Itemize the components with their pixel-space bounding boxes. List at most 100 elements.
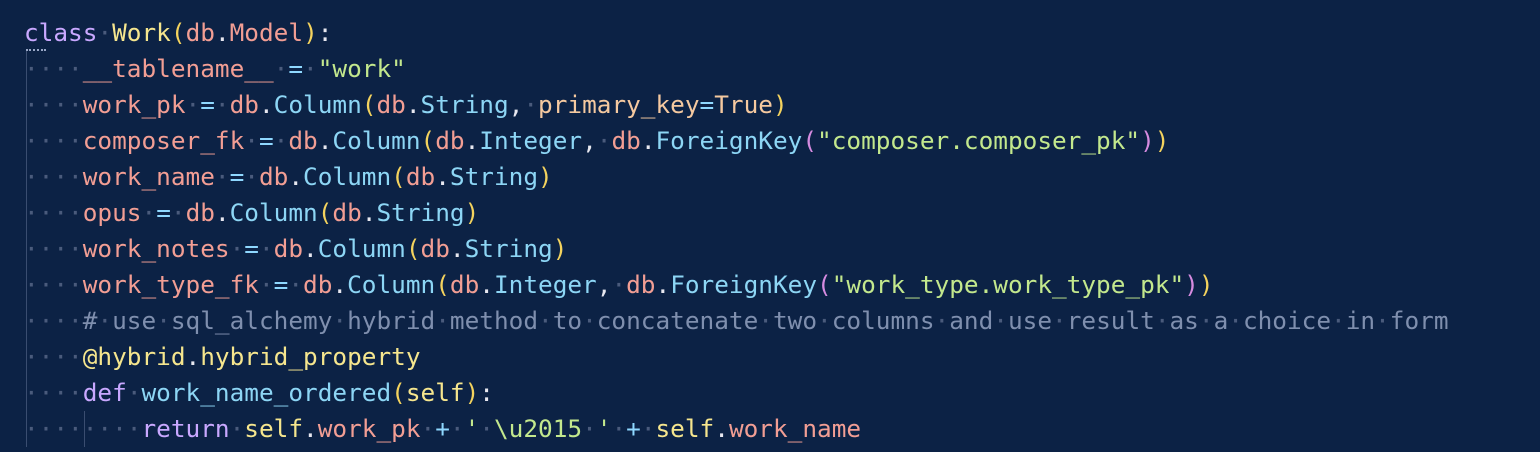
- whitespace-dot: ·: [420, 414, 436, 443]
- code-token: :: [317, 18, 333, 47]
- code-token: ,: [508, 90, 524, 119]
- code-token: composer_fk: [82, 126, 245, 155]
- whitespace-dot: ·: [258, 234, 274, 263]
- code-token: self: [655, 414, 715, 443]
- whitespace-dot: ·: [214, 90, 230, 119]
- code-token: db: [611, 126, 641, 155]
- code-token: .: [655, 270, 671, 299]
- indent-whitespace: ····: [24, 162, 83, 191]
- code-line[interactable]: ····@hybrid.hybrid_property: [24, 339, 1449, 375]
- code-token: ): [464, 198, 480, 227]
- code-token: .: [288, 162, 304, 191]
- code-token: work_name: [82, 162, 215, 191]
- code-token: db: [420, 234, 450, 263]
- code-line[interactable]: ····#·use·sql_alchemy·hybrid·method·to·c…: [24, 303, 1449, 339]
- code-token: work_pk: [317, 414, 421, 443]
- code-token: db: [376, 90, 406, 119]
- whitespace-dot: ·: [611, 414, 627, 443]
- code-token: String: [464, 234, 553, 263]
- code-token: ): [1154, 126, 1170, 155]
- code-line[interactable]: ········return·self.work_pk·+·'·\u2015·'…: [24, 411, 1449, 447]
- code-line[interactable]: ····work_name·=·db.Column(db.String): [24, 159, 1449, 195]
- code-token: =: [200, 90, 215, 119]
- code-line[interactable]: class·Work(db.Model):: [24, 15, 1449, 51]
- code-line[interactable]: ····work_notes·=·db.Column(db.String): [24, 231, 1449, 267]
- whitespace-dot: ·: [934, 306, 950, 335]
- whitespace-dot: ·: [1228, 306, 1243, 335]
- code-token: ': [596, 414, 612, 443]
- code-token: concatenate: [596, 306, 759, 335]
- whitespace-dot: ·: [214, 162, 230, 191]
- code-token: .: [332, 270, 348, 299]
- code-token: columns: [831, 306, 935, 335]
- code-token: String: [420, 90, 509, 119]
- whitespace-dot: ·: [273, 126, 289, 155]
- code-token: String: [449, 162, 539, 191]
- whitespace-dot: ·: [449, 414, 465, 443]
- code-token: Work: [112, 18, 171, 47]
- code-token: db: [405, 162, 436, 191]
- code-line[interactable]: ····work_type_fk·=·db.Column(db.Integer,…: [24, 267, 1449, 303]
- code-token: =: [229, 162, 245, 191]
- code-token: choice: [1242, 306, 1332, 335]
- whitespace-dot: ·: [244, 162, 259, 191]
- code-token: db: [303, 270, 333, 299]
- code-token: "work_type.work_type_pk": [831, 270, 1185, 299]
- code-token: (: [420, 126, 436, 155]
- code-token: (: [317, 198, 333, 227]
- code-token: .: [640, 126, 656, 155]
- whitespace-dot: ·: [126, 378, 142, 407]
- whitespace-dot: ·: [1331, 306, 1346, 335]
- code-line[interactable]: ····work_pk·=·db.Column(db.String,·prima…: [24, 87, 1449, 123]
- code-token: work_name: [728, 414, 862, 443]
- code-lines[interactable]: class·Work(db.Model): ····__tablename__·=…: [24, 15, 1449, 447]
- code-token: ForeignKey: [670, 270, 818, 299]
- code-token: opus: [82, 198, 142, 227]
- code-token: db: [229, 90, 259, 119]
- code-token: String: [376, 198, 465, 227]
- code-token: db: [185, 18, 215, 47]
- whitespace-dot: ·: [758, 306, 773, 335]
- whitespace-dot: ·: [97, 306, 113, 335]
- whitespace-dot: ·: [97, 18, 113, 47]
- code-token: work_notes: [82, 234, 230, 263]
- whitespace-dot: ·: [170, 198, 186, 227]
- code-token: \u2015: [493, 414, 583, 443]
- indent-whitespace: ····: [24, 270, 83, 299]
- whitespace-dot: ·: [435, 306, 450, 335]
- whitespace-dot: ·: [303, 54, 318, 83]
- code-token: use: [1007, 306, 1053, 335]
- code-token: .: [435, 162, 450, 191]
- indent-whitespace: ····: [24, 306, 83, 335]
- code-token: Column: [273, 90, 362, 119]
- code-line[interactable]: ····__tablename__·=·"work": [24, 51, 1449, 87]
- code-token: +: [626, 414, 641, 443]
- code-token: ): [1140, 126, 1155, 155]
- code-editor[interactable]: class·Work(db.Model): ····__tablename__·=…: [0, 0, 1540, 452]
- code-token: Column: [317, 234, 406, 263]
- whitespace-dot: ·: [258, 270, 274, 299]
- whitespace-dot: ·: [993, 306, 1008, 335]
- code-token: =: [699, 90, 715, 119]
- code-line[interactable]: ····def·work_name_ordered(self):: [24, 375, 1449, 411]
- code-token: .: [317, 126, 333, 155]
- code-token: .: [303, 234, 318, 263]
- code-token: =: [258, 126, 274, 155]
- code-token: .: [214, 198, 230, 227]
- code-token: work_pk: [82, 90, 186, 119]
- code-token: #: [82, 306, 98, 335]
- code-token: db: [258, 162, 289, 191]
- whitespace-dot: ·: [185, 90, 201, 119]
- whitespace-dot: ·: [596, 126, 612, 155]
- whitespace-dot: ·: [817, 306, 832, 335]
- code-token: True: [714, 90, 773, 119]
- code-line[interactable]: ····composer_fk·=·db.Column(db.Integer,·…: [24, 123, 1449, 159]
- code-token: db: [273, 234, 304, 263]
- whitespace-dot: ·: [273, 54, 289, 83]
- code-line[interactable]: ····opus·=·db.Column(db.String): [24, 195, 1449, 231]
- code-token: =: [244, 234, 259, 263]
- indent-whitespace: ····: [24, 378, 83, 407]
- code-token: "work": [317, 54, 406, 83]
- whitespace-dot: ·: [141, 198, 157, 227]
- code-token: self: [244, 414, 304, 443]
